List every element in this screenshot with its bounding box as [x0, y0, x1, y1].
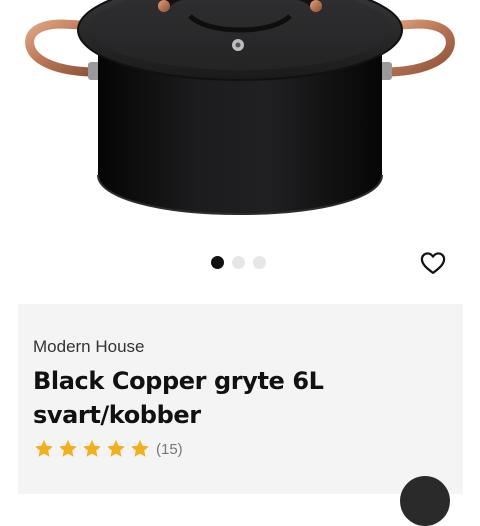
product-image	[25, 0, 455, 216]
product-brand[interactable]: Modern House	[33, 337, 145, 357]
heart-outline-icon	[420, 252, 446, 275]
star-icon	[107, 440, 125, 457]
gallery-dot[interactable]	[232, 256, 245, 269]
product-title-line-1: Black Copper gryte 6L	[33, 367, 324, 395]
gallery-dot[interactable]	[253, 256, 266, 269]
star-icon	[83, 440, 101, 457]
rating-count: (15)	[156, 440, 183, 458]
floating-action-button[interactable]	[400, 476, 450, 526]
product-title-line-2: svart/kobber	[33, 401, 201, 429]
favorite-button[interactable]	[419, 249, 447, 277]
star-icon	[131, 440, 149, 457]
gallery-pagination	[211, 256, 266, 269]
star-icon	[59, 440, 77, 457]
star-icon	[35, 440, 53, 457]
product-title: Black Copper gryte 6L svart/kobber	[33, 364, 423, 432]
gallery-dot-active[interactable]	[211, 256, 224, 269]
product-rating[interactable]: (15)	[33, 438, 183, 460]
product-image-gallery[interactable]	[0, 0, 480, 300]
